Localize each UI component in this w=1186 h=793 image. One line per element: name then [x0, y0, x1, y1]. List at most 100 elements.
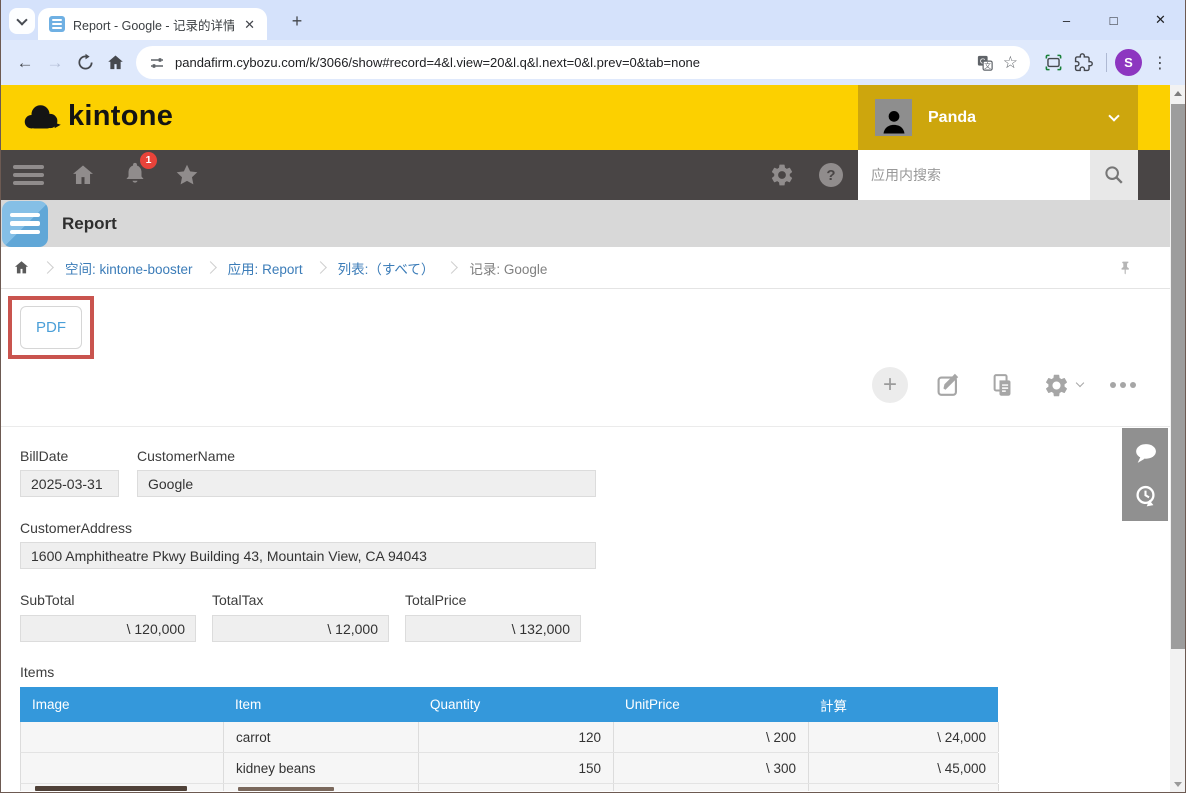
- app-search-button[interactable]: [1090, 150, 1138, 200]
- favorites-star-icon[interactable]: [174, 162, 200, 188]
- user-avatar: [875, 99, 912, 136]
- extensions-puzzle-icon[interactable]: [1068, 48, 1098, 78]
- totalprice-label: TotalPrice: [405, 592, 466, 608]
- forward-button: →: [40, 48, 70, 78]
- reload-button[interactable]: [70, 48, 100, 78]
- billdate-label: BillDate: [20, 448, 68, 464]
- breadcrumb-space-link[interactable]: 空间: kintone-booster: [65, 258, 193, 278]
- record-side-rail: [1122, 428, 1168, 521]
- tab-search-button[interactable]: [9, 8, 35, 34]
- table-row: kidney beans 150 \ 300 \ 45,000: [20, 753, 998, 784]
- breadcrumb-separator-icon: [41, 261, 54, 274]
- cell-unitprice: [614, 784, 809, 791]
- back-button[interactable]: ←: [10, 48, 40, 78]
- user-menu[interactable]: Panda: [858, 85, 1138, 150]
- cell-item: [224, 784, 419, 791]
- search-icon: [1103, 164, 1125, 186]
- kintone-logo[interactable]: kintone: [20, 85, 173, 150]
- cell-quantity: [419, 784, 614, 791]
- cell-image: [21, 753, 224, 783]
- settings-gear-icon[interactable]: [769, 162, 795, 188]
- table-row: carrot 120 \ 200 \ 24,000: [20, 722, 998, 753]
- cell-quantity: 150: [419, 753, 614, 783]
- totaltax-value: \ 12,000: [212, 615, 389, 642]
- items-table-label: Items: [20, 664, 54, 680]
- window-maximize-button[interactable]: □: [1090, 0, 1137, 40]
- new-tab-button[interactable]: +: [286, 10, 308, 32]
- record-divider: [0, 426, 1170, 427]
- column-header-calc: 計算: [808, 687, 998, 722]
- hamburger-menu-icon[interactable]: [13, 161, 44, 189]
- customeraddress-label: CustomerAddress: [20, 520, 132, 536]
- column-header-unitprice: UnitPrice: [613, 687, 808, 722]
- global-nav: 1 ?: [0, 150, 1170, 200]
- cell-quantity: 120: [419, 722, 614, 752]
- customername-value: Google: [137, 470, 596, 497]
- person-icon: [879, 106, 909, 136]
- window-minimize-button[interactable]: –: [1043, 0, 1090, 40]
- duplicate-record-icon[interactable]: [989, 372, 1016, 399]
- more-options-icon[interactable]: [1110, 382, 1136, 388]
- edit-record-icon[interactable]: [935, 372, 962, 399]
- record-action-toolbar: +: [872, 367, 1136, 403]
- translate-icon[interactable]: [976, 54, 994, 72]
- record-settings-button[interactable]: [1043, 372, 1083, 399]
- cell-calc: \ 24,000: [809, 722, 999, 752]
- url-text[interactable]: pandafirm.cybozu.com/k/3066/show#record=…: [175, 55, 967, 70]
- cell-calc: [809, 784, 999, 791]
- change-history-icon[interactable]: [1133, 483, 1158, 508]
- billdate-value: 2025-03-31: [20, 470, 119, 497]
- cell-unitprice: \ 200: [614, 722, 809, 752]
- browser-home-button[interactable]: [100, 48, 130, 78]
- site-settings-icon[interactable]: [148, 54, 166, 72]
- app-icon[interactable]: [2, 201, 48, 247]
- page-scrollbar[interactable]: [1170, 85, 1186, 793]
- chevron-down-icon: [16, 14, 27, 25]
- scrollbar-up-arrow[interactable]: [1170, 85, 1186, 101]
- record-detail-content: PDF + BillDate CustomerName 2025-03-31 G…: [0, 289, 1170, 793]
- column-header-image: Image: [20, 687, 223, 722]
- cell-item: carrot: [224, 722, 419, 752]
- cell-item: kidney beans: [224, 753, 419, 783]
- toolbar-divider: [1106, 53, 1107, 72]
- portal-home-icon[interactable]: [70, 162, 96, 188]
- help-icon[interactable]: ?: [819, 163, 843, 187]
- kintone-page: kintone Panda 1 ? Report: [0, 85, 1170, 793]
- app-search-input[interactable]: [858, 150, 1090, 200]
- item-image-top-edge: [35, 786, 187, 791]
- tab-title: Report - Google - 记录的详情: [73, 15, 234, 34]
- customername-label: CustomerName: [137, 448, 235, 464]
- comments-icon[interactable]: [1133, 441, 1158, 466]
- table-row-clipped: [20, 784, 998, 791]
- browser-profile-avatar[interactable]: S: [1115, 49, 1142, 76]
- scrollbar-down-arrow[interactable]: [1170, 776, 1186, 792]
- breadcrumb-list-link[interactable]: 列表:（すべて）: [338, 258, 435, 278]
- scrollbar-thumb[interactable]: [1171, 104, 1185, 649]
- app-title-bar: Report: [0, 200, 1170, 247]
- breadcrumb-separator-icon: [445, 261, 458, 274]
- browser-tab-active[interactable]: Report - Google - 记录的详情 ✕: [38, 8, 267, 40]
- window-controls: – □ ✕: [1043, 0, 1184, 40]
- subtotal-label: SubTotal: [20, 592, 74, 608]
- pin-icon[interactable]: [1118, 258, 1133, 277]
- add-record-button[interactable]: +: [872, 367, 908, 403]
- notification-badge: 1: [140, 152, 157, 169]
- window-close-button[interactable]: ✕: [1137, 0, 1184, 40]
- notifications-bell[interactable]: 1: [122, 160, 148, 191]
- totaltax-label: TotalTax: [212, 592, 263, 608]
- address-bar[interactable]: pandafirm.cybozu.com/k/3066/show#record=…: [136, 46, 1030, 79]
- column-header-quantity: Quantity: [418, 687, 613, 722]
- browser-tabstrip: Report - Google - 记录的详情 ✕ + – □ ✕: [0, 0, 1186, 40]
- browser-menu-icon[interactable]: ⋮: [1142, 53, 1174, 73]
- totalprice-value: \ 132,000: [405, 615, 581, 642]
- tab-close-icon[interactable]: ✕: [242, 16, 257, 33]
- breadcrumb-separator-icon: [314, 261, 327, 274]
- bookmark-star-icon[interactable]: ☆: [1003, 53, 1018, 73]
- breadcrumb-app-link[interactable]: 应用: Report: [228, 258, 303, 278]
- app-title: Report: [62, 214, 117, 234]
- breadcrumb-home-icon[interactable]: [13, 259, 30, 276]
- screen-capture-icon[interactable]: [1038, 48, 1068, 78]
- cell-image: [21, 784, 224, 791]
- pdf-button[interactable]: PDF: [20, 306, 82, 349]
- kintone-favicon-icon: [49, 16, 65, 32]
